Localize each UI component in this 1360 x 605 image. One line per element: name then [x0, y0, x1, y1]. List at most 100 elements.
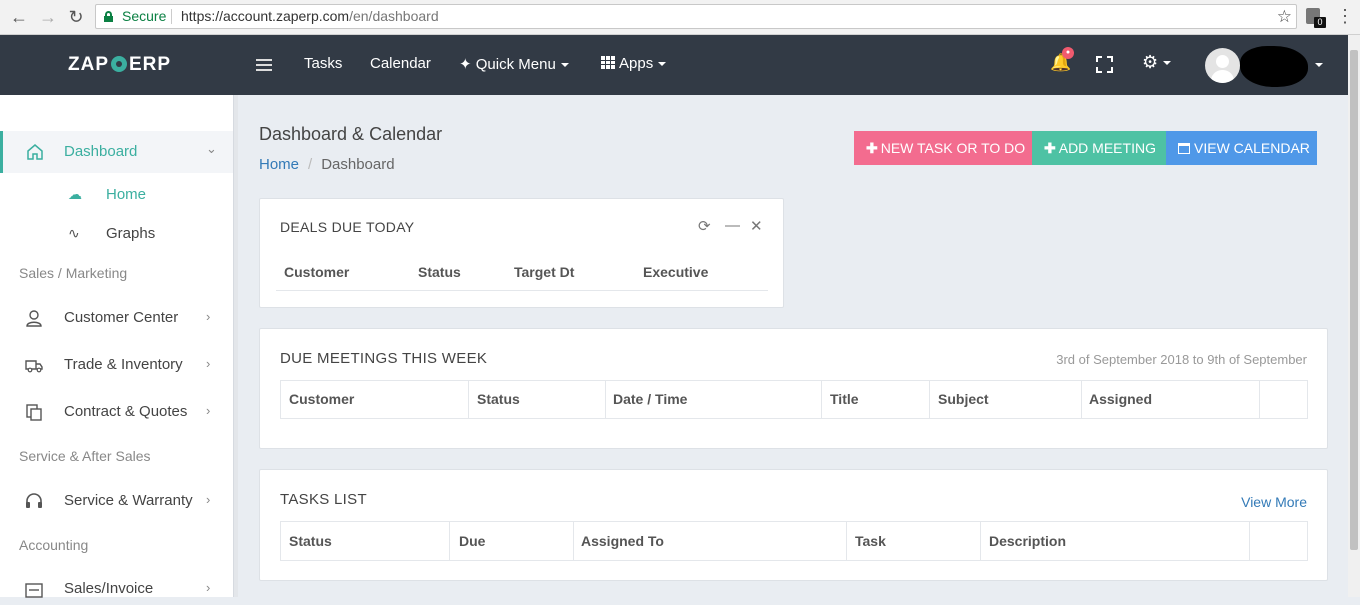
column-header[interactable]: Assigned [1089, 391, 1152, 407]
chevron-right-icon: › [206, 356, 211, 371]
due-meetings-panel: DUE MEETINGS THIS WEEK 3rd of September … [259, 328, 1328, 449]
plus-icon: ✚ [866, 140, 878, 156]
magic-wand-icon: ✦ [459, 56, 472, 73]
column-header[interactable]: Status [289, 533, 332, 549]
column-header[interactable]: Due [459, 533, 485, 549]
home-outline-icon [27, 144, 43, 160]
back-icon[interactable]: ← [8, 6, 30, 28]
fullscreen-icon[interactable] [1096, 56, 1113, 73]
sidebar-item-dashboard[interactable]: Dashboard ⌄ [0, 131, 233, 173]
forward-icon[interactable]: → [37, 6, 59, 28]
sidebar-item-trade-inventory[interactable]: Trade & Inventory › [0, 351, 233, 381]
chevron-down-icon [1163, 61, 1172, 66]
nav-calendar[interactable]: Calendar [370, 55, 431, 72]
page-title: Dashboard & Calendar [259, 124, 443, 144]
sidebar-item-label: Contract & Quotes [64, 403, 188, 420]
sidebar: Dashboard ⌄ ☁ Home ∿ Graphs Sales / Mark… [0, 95, 233, 598]
column-header[interactable]: Target Dt [514, 264, 574, 280]
logo-text-left: ZAP [68, 54, 109, 75]
column-header[interactable]: Status [477, 391, 520, 407]
sidebar-item-graphs[interactable]: ∿ Graphs [0, 220, 233, 250]
column-header[interactable]: Assigned To [581, 533, 664, 549]
refresh-icon[interactable]: ⟳ [698, 217, 711, 235]
chevron-down-icon [560, 63, 569, 68]
chevron-right-icon: › [206, 580, 211, 595]
notification-badge: ● [1062, 47, 1074, 59]
user-name-redacted [1240, 46, 1308, 87]
column-header[interactable]: Status [418, 264, 461, 280]
table-divider [276, 290, 768, 291]
grid-icon [601, 56, 616, 69]
sidebar-item-label: Home [106, 186, 147, 203]
new-task-button[interactable]: ✚ NEW TASK OR TO DO [854, 131, 1032, 165]
documents-icon [26, 404, 42, 421]
user-icon [26, 310, 42, 327]
sidebar-item-label: Trade & Inventory [64, 356, 183, 373]
column-header[interactable]: Date / Time [613, 391, 687, 407]
breadcrumb-home-link[interactable]: Home [259, 156, 299, 173]
meetings-table: Customer Status Date / Time Title Subjec… [280, 380, 1308, 419]
plus-icon: ✚ [1044, 140, 1056, 156]
browser-toolbar: ← → ↻ Secure https://account.zaperp.com/… [0, 0, 1360, 35]
sidebar-item-home[interactable]: ☁ Home [0, 181, 233, 211]
section-heading-accounting: Accounting [19, 537, 89, 553]
quick-menu-label: Quick Menu [475, 56, 556, 73]
headset-icon [26, 493, 42, 508]
sidebar-item-label: Sales/Invoice [64, 580, 154, 597]
panel-title: DEALS DUE TODAY [280, 219, 415, 235]
column-header[interactable]: Subject [938, 391, 989, 407]
logo[interactable]: ZAP ERP [68, 54, 171, 76]
dashboard-gauge-icon: ☁ [68, 186, 82, 202]
bookmark-star-icon[interactable]: ☆ [1277, 5, 1292, 28]
settings-gear-icon[interactable]: ⚙ [1142, 52, 1172, 73]
panel-title: DUE MEETINGS THIS WEEK [280, 350, 488, 367]
sidebar-item-service-warranty[interactable]: Service & Warranty › [0, 487, 233, 517]
view-calendar-label: VIEW CALENDAR [1194, 140, 1310, 156]
url-divider [171, 9, 172, 24]
browser-menu-icon[interactable]: ⋮ [1336, 6, 1354, 27]
view-calendar-button[interactable]: VIEW CALENDAR [1166, 131, 1317, 165]
lock-icon [104, 11, 113, 22]
chevron-right-icon: › [206, 309, 211, 324]
panel-title: TASKS LIST [280, 491, 367, 508]
sidebar-item-contract-quotes[interactable]: Contract & Quotes › [0, 398, 233, 428]
menu-toggle-icon[interactable] [256, 59, 272, 71]
new-task-label: NEW TASK OR TO DO [880, 140, 1026, 156]
reload-icon[interactable]: ↻ [65, 6, 87, 28]
avatar[interactable] [1205, 48, 1240, 83]
breadcrumb-separator: / [308, 156, 313, 173]
column-header[interactable]: Task [855, 533, 886, 549]
logo-text-right: ERP [129, 54, 172, 75]
extension-badge: 0 [1314, 17, 1326, 28]
calendar-icon [1178, 143, 1190, 154]
column-header[interactable]: Customer [289, 391, 354, 407]
address-bar[interactable]: Secure https://account.zaperp.com/en/das… [95, 4, 1297, 29]
column-header[interactable]: Executive [643, 264, 708, 280]
sidebar-item-label: Graphs [106, 225, 156, 242]
nav-tasks[interactable]: Tasks [304, 55, 342, 72]
add-meeting-label: ADD MEETING [1058, 140, 1156, 156]
secure-label: Secure [122, 8, 167, 24]
logo-mark-icon [111, 56, 127, 72]
nav-quick-menu[interactable]: ✦ Quick Menu [459, 55, 569, 73]
section-heading-service: Service & After Sales [19, 448, 151, 464]
section-heading-sales: Sales / Marketing [19, 265, 128, 281]
column-header[interactable]: Title [830, 391, 859, 407]
close-icon[interactable]: ✕ [750, 217, 763, 235]
minimize-icon[interactable]: — [725, 217, 740, 234]
column-header[interactable]: Customer [284, 264, 349, 280]
column-header[interactable]: Description [989, 533, 1066, 549]
chevron-down-icon [658, 62, 667, 67]
url-host: https://account.zaperp.com [181, 8, 350, 24]
page-scrollbar[interactable] [1348, 35, 1360, 597]
url-path: /en/dashboard [349, 8, 439, 24]
breadcrumb: Home / Dashboard [259, 156, 395, 173]
sidebar-item-sales-invoice[interactable]: Sales/Invoice › [0, 575, 233, 605]
nav-apps[interactable]: Apps [601, 55, 667, 72]
chevron-down-icon: ⌄ [206, 141, 217, 156]
tasks-table: Status Due Assigned To Task Description [280, 521, 1308, 561]
sidebar-item-customer-center[interactable]: Customer Center › [0, 304, 233, 334]
add-meeting-button[interactable]: ✚ ADD MEETING [1032, 131, 1166, 165]
user-menu-chevron-icon[interactable] [1315, 63, 1323, 67]
view-more-link[interactable]: View More [1241, 494, 1307, 510]
